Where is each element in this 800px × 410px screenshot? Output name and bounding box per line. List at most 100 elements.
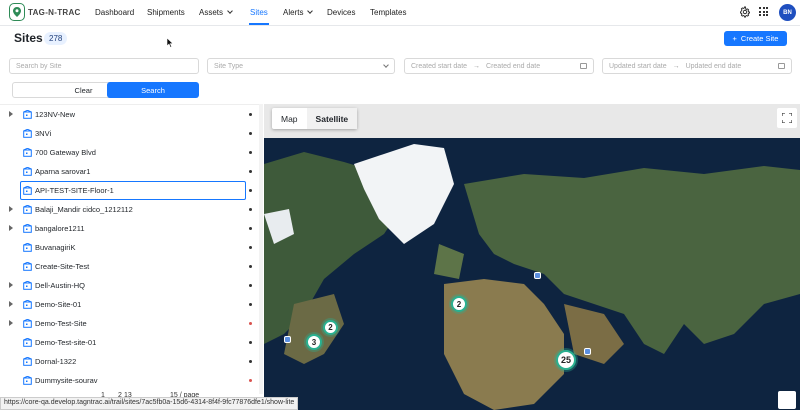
nav-shipments[interactable]: Shipments bbox=[147, 8, 185, 17]
status-dot bbox=[249, 132, 252, 135]
gear-icon[interactable] bbox=[739, 6, 751, 20]
site-building-icon bbox=[23, 338, 32, 347]
expand-caret-icon[interactable] bbox=[9, 282, 13, 288]
avatar[interactable]: BN bbox=[779, 4, 796, 21]
site-building-icon bbox=[23, 281, 32, 290]
site-row[interactable]: Balaji_Mandir cidco_1212112 bbox=[0, 200, 258, 219]
nav-sites[interactable]: Sites bbox=[250, 8, 268, 17]
site-name: Dell-Austin-HQ bbox=[35, 281, 86, 290]
nav-dashboard[interactable]: Dashboard bbox=[95, 8, 134, 17]
site-building-icon bbox=[23, 110, 32, 119]
site-building-icon bbox=[23, 167, 32, 176]
expand-caret-icon[interactable] bbox=[9, 225, 13, 231]
create-site-button[interactable]: + Create Site bbox=[724, 31, 787, 46]
site-row[interactable]: BuvanagiriK bbox=[0, 238, 258, 257]
search-button[interactable]: Search bbox=[107, 82, 199, 98]
status-bar-url: https://core-qa.develop.tagntrac.ai/trai… bbox=[0, 397, 299, 410]
site-name: 700 Gateway Blvd bbox=[35, 148, 96, 157]
chevron-down-icon bbox=[307, 8, 314, 14]
created-start-placeholder[interactable]: Created start date bbox=[411, 63, 467, 70]
status-dot bbox=[249, 227, 252, 230]
site-row[interactable]: Dornal-1322 bbox=[0, 352, 258, 371]
mouse-cursor-icon bbox=[167, 38, 174, 48]
site-row[interactable]: Dell-Austin-HQ bbox=[0, 276, 258, 295]
nav-alerts-label: Alerts bbox=[283, 8, 304, 17]
site-row[interactable]: 123NV-New bbox=[0, 105, 258, 124]
brand-logo[interactable]: TAG-N-TRAC bbox=[9, 3, 81, 21]
site-building-icon bbox=[23, 243, 32, 252]
expand-caret-icon[interactable] bbox=[9, 111, 13, 117]
expand-caret-icon[interactable] bbox=[9, 320, 13, 326]
site-name: Aparna sarovar1 bbox=[35, 167, 91, 176]
nav-templates[interactable]: Templates bbox=[370, 8, 406, 17]
site-row[interactable]: Create-Site-Test bbox=[0, 257, 258, 276]
map-tab[interactable]: Map bbox=[272, 108, 307, 129]
brand-name: TAG-N-TRAC bbox=[28, 7, 81, 17]
fullscreen-icon[interactable] bbox=[777, 108, 797, 128]
site-building-icon bbox=[23, 262, 32, 271]
satellite-map-image bbox=[264, 104, 800, 410]
status-dot bbox=[249, 341, 252, 344]
status-dot bbox=[249, 246, 252, 249]
site-name: Demo-Test-site-01 bbox=[35, 338, 97, 347]
camera-control-icon[interactable] bbox=[778, 391, 796, 409]
status-dot bbox=[249, 322, 252, 325]
site-row[interactable]: Dummysite-sourav bbox=[0, 371, 258, 390]
site-row[interactable]: bangalore1211 bbox=[0, 219, 258, 238]
site-type-select[interactable]: Site Type bbox=[207, 58, 395, 74]
site-name: Balaji_Mandir cidco_1212112 bbox=[35, 205, 133, 214]
site-marker-icon[interactable] bbox=[584, 348, 591, 355]
calendar-icon bbox=[580, 63, 587, 69]
search-input[interactable] bbox=[16, 62, 192, 70]
site-row[interactable]: API-TEST-SITE-Floor-1 bbox=[0, 181, 258, 200]
site-row[interactable]: Demo-Test-site-01 bbox=[0, 333, 258, 352]
status-dot bbox=[249, 379, 252, 382]
status-dot bbox=[249, 170, 252, 173]
expand-caret-icon[interactable] bbox=[9, 301, 13, 307]
map-cluster-central-us[interactable]: 3 bbox=[306, 334, 322, 350]
list-scrollbar[interactable] bbox=[259, 104, 263, 394]
site-building-icon bbox=[23, 129, 32, 138]
created-date-range[interactable]: Created start date → Created end date bbox=[404, 58, 594, 74]
site-map[interactable]: 2 2 3 25 bbox=[264, 104, 800, 410]
top-nav: TAG-N-TRAC Dashboard Shipments Assets Si… bbox=[0, 0, 800, 26]
site-name: API-TEST-SITE-Floor-1 bbox=[35, 186, 114, 195]
expand-caret-icon[interactable] bbox=[9, 206, 13, 212]
map-cluster-india[interactable]: 25 bbox=[556, 350, 576, 370]
nav-devices[interactable]: Devices bbox=[327, 8, 355, 17]
site-row[interactable]: Aparna sarovar1 bbox=[0, 162, 258, 181]
status-dot bbox=[249, 360, 252, 363]
arrow-right-icon: → bbox=[672, 62, 680, 70]
created-end-placeholder[interactable]: Created end date bbox=[486, 63, 540, 70]
site-marker-icon[interactable] bbox=[534, 272, 541, 279]
arrow-right-icon: → bbox=[473, 62, 481, 70]
site-row[interactable]: Demo-Site-01 bbox=[0, 295, 258, 314]
site-list: 123NV-New 3NVi 700 Gateway Blvd Aparna saro… bbox=[0, 104, 260, 394]
site-building-icon bbox=[23, 357, 32, 366]
apps-grid-icon[interactable] bbox=[759, 7, 768, 16]
site-marker-icon[interactable] bbox=[284, 336, 291, 343]
nav-alerts[interactable]: Alerts bbox=[283, 8, 314, 17]
site-building-icon bbox=[23, 224, 32, 233]
status-dot bbox=[249, 113, 252, 116]
site-row[interactable]: 3NVi bbox=[0, 124, 258, 143]
nav-assets[interactable]: Assets bbox=[199, 8, 233, 17]
active-tab-indicator bbox=[249, 23, 269, 25]
updated-date-range[interactable]: Updated start date → Updated end date bbox=[602, 58, 792, 74]
location-pin-icon bbox=[9, 3, 25, 21]
map-cluster-europe[interactable]: 2 bbox=[451, 296, 467, 312]
calendar-icon bbox=[778, 63, 785, 69]
satellite-tab[interactable]: Satellite bbox=[306, 108, 358, 129]
site-type-placeholder: Site Type bbox=[214, 62, 244, 70]
map-cluster-east-us[interactable]: 2 bbox=[323, 320, 338, 335]
create-site-label: Create Site bbox=[740, 34, 779, 43]
search-site-field[interactable] bbox=[9, 58, 199, 74]
site-name: Dummysite-sourav bbox=[35, 376, 98, 385]
updated-start-placeholder[interactable]: Updated start date bbox=[609, 63, 667, 70]
site-building-icon bbox=[23, 300, 32, 309]
updated-end-placeholder[interactable]: Updated end date bbox=[686, 63, 742, 70]
site-building-icon bbox=[23, 186, 32, 195]
site-row[interactable]: 700 Gateway Blvd bbox=[0, 143, 258, 162]
site-row[interactable]: Demo-Test-Site bbox=[0, 314, 258, 333]
status-dot bbox=[249, 265, 252, 268]
